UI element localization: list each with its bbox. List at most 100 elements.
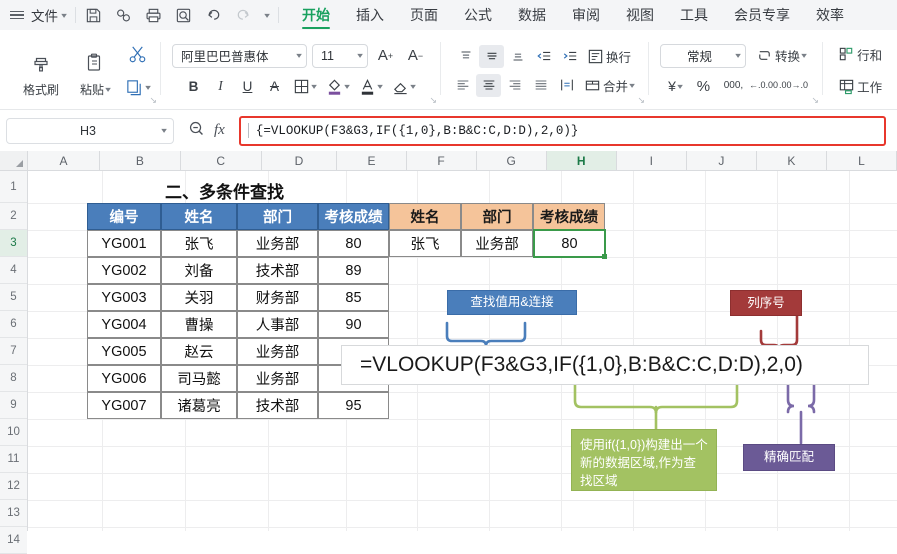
fx-icon[interactable]: fx xyxy=(214,122,225,139)
cloud-sync-icon[interactable] xyxy=(115,7,132,24)
column-header-b[interactable]: B xyxy=(100,151,181,170)
tab-formula[interactable]: 公式 xyxy=(464,0,492,30)
grid-cells[interactable]: 二、多条件查找 编号 姓名 部门 考核成绩 YG001 张飞 业务部 80 YG… xyxy=(28,171,897,531)
currency-button[interactable]: ¥ ▾ xyxy=(664,75,686,98)
tab-data[interactable]: 数据 xyxy=(518,0,546,30)
row-header-3[interactable]: 3 xyxy=(0,230,27,257)
tab-member[interactable]: 会员专享 xyxy=(734,0,790,30)
column-header-a[interactable]: A xyxy=(28,151,100,170)
comma-style-button[interactable]: 000, xyxy=(721,75,746,98)
number-expander-icon[interactable]: ↘ xyxy=(812,95,820,106)
zoom-icon[interactable] xyxy=(188,120,205,142)
formula-input[interactable]: {=VLOOKUP(F3&G3,IF({1,0},B:B&C:C,D:D),2,… xyxy=(239,116,886,146)
decrease-font-size-button[interactable]: A− xyxy=(403,44,428,67)
merge-cells-button[interactable]: 合并 ▾ xyxy=(580,74,638,97)
percent-style-button[interactable]: % xyxy=(691,75,716,98)
format-painter-button[interactable]: 格式刷 xyxy=(14,44,68,98)
align-left-button[interactable] xyxy=(450,74,475,97)
row-header-7[interactable]: 7 xyxy=(0,338,27,365)
align-right-button[interactable] xyxy=(502,74,527,97)
save-icon[interactable] xyxy=(85,7,102,24)
column-header-k[interactable]: K xyxy=(757,151,827,170)
column-header-j[interactable]: J xyxy=(687,151,757,170)
align-top-button[interactable] xyxy=(453,45,478,68)
increase-font-size-button[interactable]: A+ xyxy=(373,44,398,67)
column-header-c[interactable]: C xyxy=(181,151,262,170)
tab-tools[interactable]: 工具 xyxy=(680,0,708,30)
select-all-corner[interactable] xyxy=(0,151,28,170)
tab-review[interactable]: 审阅 xyxy=(572,0,600,30)
row-header-14[interactable]: 14 xyxy=(0,527,27,554)
row-header-12[interactable]: 12 xyxy=(0,473,27,500)
font-expander-icon[interactable]: ↘ xyxy=(429,95,437,106)
underline-button[interactable]: U xyxy=(235,75,260,98)
increase-decimal-button[interactable]: .00→.0 xyxy=(781,75,806,98)
convert-button[interactable]: 转换 ▾ xyxy=(752,44,810,67)
clear-format-button[interactable]: ▾ xyxy=(388,75,419,98)
column-header-f[interactable]: F xyxy=(407,151,477,170)
row-header-11[interactable]: 11 xyxy=(0,446,27,473)
column-header-l[interactable]: L xyxy=(827,151,897,170)
row-header-4[interactable]: 4 xyxy=(0,257,27,284)
align-center-button[interactable] xyxy=(476,74,501,97)
row-header-5[interactable]: 5 xyxy=(0,284,27,311)
tab-insert[interactable]: 插入 xyxy=(356,0,384,30)
clipboard-expander-icon[interactable]: ↘ xyxy=(149,95,157,106)
chevron-down-icon[interactable]: ▾ xyxy=(145,83,151,92)
number-format-select[interactable]: 常规 ▾ xyxy=(660,44,746,68)
row-header-10[interactable]: 10 xyxy=(0,419,27,446)
font-color-button[interactable]: ▾ xyxy=(355,75,386,98)
italic-button[interactable]: I xyxy=(208,75,233,98)
text-orientation-button[interactable] xyxy=(554,74,579,97)
worksheet-button[interactable]: 工作 xyxy=(834,75,886,98)
borders-button[interactable]: ▾ xyxy=(289,75,320,98)
tab-efficiency[interactable]: 效率 xyxy=(816,0,844,30)
font-size-select[interactable]: 11 ▾ xyxy=(312,44,368,68)
tab-page[interactable]: 页面 xyxy=(410,0,438,30)
column-header-h[interactable]: H xyxy=(547,151,617,170)
justify-button[interactable] xyxy=(528,74,553,97)
chevron-down-icon[interactable]: ▾ xyxy=(377,82,383,91)
chevron-down-icon[interactable]: ▾ xyxy=(629,81,635,90)
chevron-down-icon[interactable]: ▾ xyxy=(161,126,167,135)
chevron-down-icon[interactable]: ▾ xyxy=(410,82,416,91)
row-column-button[interactable]: 行和 xyxy=(834,43,886,66)
column-header-g[interactable]: G xyxy=(477,151,547,170)
chevron-down-icon[interactable]: ▾ xyxy=(311,82,317,91)
print-icon[interactable] xyxy=(145,7,162,24)
align-middle-button[interactable] xyxy=(479,45,504,68)
undo-icon[interactable] xyxy=(205,7,222,24)
chevron-down-icon[interactable]: ▾ xyxy=(801,51,807,60)
alignment-expander-icon[interactable]: ↘ xyxy=(638,95,646,106)
tab-start[interactable]: 开始 xyxy=(302,0,330,30)
column-header-d[interactable]: D xyxy=(262,151,338,170)
chevron-down-icon[interactable]: ▾ xyxy=(344,82,350,91)
row-header-6[interactable]: 6 xyxy=(0,311,27,338)
strikethrough-button[interactable]: A xyxy=(262,75,287,98)
file-menu-button[interactable]: 文件 ▾ xyxy=(31,5,66,25)
row-header-2[interactable]: 2 xyxy=(0,203,27,230)
cut-button[interactable] xyxy=(127,44,148,70)
decrease-decimal-button[interactable]: ←.0.00 xyxy=(751,75,776,98)
row-header-9[interactable]: 9 xyxy=(0,392,27,419)
wrap-text-button[interactable]: 换行 xyxy=(583,45,635,68)
column-header-i[interactable]: I xyxy=(617,151,687,170)
font-name-select[interactable]: 阿里巴巴普惠体 ▾ xyxy=(172,44,307,68)
fill-color-button[interactable]: ▾ xyxy=(322,75,353,98)
column-header-e[interactable]: E xyxy=(337,151,406,170)
increase-indent-button[interactable] xyxy=(557,45,582,68)
chevron-down-icon[interactable]: ▾ xyxy=(105,85,111,94)
print-preview-icon[interactable] xyxy=(175,7,192,24)
copy-button[interactable]: ▾ xyxy=(125,78,150,97)
chevron-down-icon[interactable]: ▾ xyxy=(677,82,683,91)
row-header-8[interactable]: 8 xyxy=(0,365,27,392)
name-box[interactable]: H3 ▾ xyxy=(6,118,174,144)
align-bottom-button[interactable] xyxy=(505,45,530,68)
bold-button[interactable]: B xyxy=(181,75,206,98)
hamburger-icon[interactable] xyxy=(10,11,24,20)
row-header-13[interactable]: 13 xyxy=(0,500,27,527)
decrease-indent-button[interactable] xyxy=(531,45,556,68)
paste-button[interactable]: 粘贴▾ xyxy=(68,44,122,98)
tab-view[interactable]: 视图 xyxy=(626,0,654,30)
row-header-1[interactable]: 1 xyxy=(0,171,27,203)
